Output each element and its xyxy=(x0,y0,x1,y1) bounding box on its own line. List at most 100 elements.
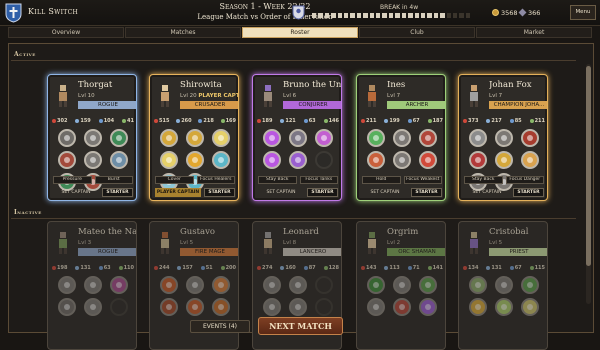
skill-icon[interactable] xyxy=(186,298,204,316)
stat-item: 113 xyxy=(384,264,400,272)
set-captain-button[interactable]: SET CAPTAIN xyxy=(258,188,304,197)
starter-toggle-button[interactable]: STARTER xyxy=(411,188,442,197)
targeting-tactic-button[interactable]: Burst xyxy=(94,176,133,184)
skill-icon[interactable] xyxy=(212,151,230,169)
skill-icon[interactable] xyxy=(110,276,128,294)
skill-icon[interactable] xyxy=(521,151,539,169)
skill-icon[interactable] xyxy=(186,151,204,169)
active-player-card[interactable]: Bruno the Un... Lvl 6 CONJURER 189 121 63 146 S… xyxy=(252,74,342,201)
positioning-tactic-button[interactable]: Stay Back xyxy=(258,176,297,184)
skill-icon[interactable] xyxy=(367,129,385,147)
tab-market[interactable]: Market xyxy=(476,27,592,38)
targeting-tactic-button[interactable]: Focus Danger xyxy=(505,176,544,184)
skill-icon[interactable] xyxy=(469,151,487,169)
skill-icon[interactable] xyxy=(393,298,411,316)
skill-icon[interactable] xyxy=(160,298,178,316)
skill-icon[interactable] xyxy=(58,298,76,316)
targeting-tactic-button[interactable]: Focus Tanks xyxy=(299,176,338,184)
skill-icon[interactable] xyxy=(289,276,307,294)
inactive-player-card[interactable]: Cristobal Lvl 5 PRIEST 134 131 67 115 xyxy=(458,221,548,350)
active-player-card[interactable]: Shirowita Lvl 20 PLAYER CAPTAIN CRUSADER 51… xyxy=(149,74,239,201)
next-match-button[interactable]: NEXT MATCH xyxy=(258,317,343,335)
positioning-tactic-button[interactable]: Hold xyxy=(362,176,401,184)
skill-icon[interactable] xyxy=(160,129,178,147)
skill-icon[interactable] xyxy=(58,151,76,169)
targeting-tactic-button[interactable]: Focus Weakest xyxy=(403,176,442,184)
starter-toggle-button[interactable]: STARTER xyxy=(204,188,235,197)
skill-icon[interactable] xyxy=(521,129,539,147)
tab-roster[interactable]: Roster xyxy=(242,27,358,38)
inactive-player-card[interactable]: Mateo the Na... Lvl 3 ROGUE 198 131 63 110 xyxy=(47,221,137,350)
skill-icon[interactable] xyxy=(110,151,128,169)
set-captain-button[interactable]: SET CAPTAIN xyxy=(362,188,408,197)
skill-icon[interactable] xyxy=(495,276,513,294)
scrollbar-thumb[interactable] xyxy=(586,66,591,266)
skill-icon[interactable] xyxy=(367,298,385,316)
skill-icon[interactable] xyxy=(367,151,385,169)
skill-icon[interactable] xyxy=(84,298,102,316)
skill-icon[interactable] xyxy=(289,129,307,147)
skill-icon[interactable] xyxy=(263,276,281,294)
skill-icon[interactable] xyxy=(367,276,385,294)
skill-icon[interactable] xyxy=(186,129,204,147)
roster-scrollbar[interactable] xyxy=(586,64,591,304)
skill-icon[interactable] xyxy=(84,129,102,147)
tab-overview[interactable]: Overview xyxy=(8,27,124,38)
menu-button[interactable]: Menu xyxy=(570,5,596,20)
set-captain-button[interactable]: SET CAPTAIN xyxy=(53,188,99,197)
skill-icon[interactable] xyxy=(393,276,411,294)
active-player-card[interactable]: Johan Fox Lvl 7 CHAMPION JOHA... 373 217 85 21… xyxy=(458,74,548,201)
skill-icon[interactable] xyxy=(495,151,513,169)
break-progress-segment xyxy=(382,13,387,18)
skill-icon[interactable] xyxy=(110,129,128,147)
player-captain-badge[interactable]: PLAYER CAPTAIN xyxy=(155,188,201,197)
skill-icon[interactable] xyxy=(263,151,281,169)
skill-icon[interactable] xyxy=(289,151,307,169)
skill-icon[interactable] xyxy=(212,276,230,294)
skill-icon[interactable] xyxy=(84,276,102,294)
skill-icon[interactable] xyxy=(393,129,411,147)
skill-icon[interactable] xyxy=(58,129,76,147)
skill-icon[interactable] xyxy=(469,276,487,294)
starter-toggle-button[interactable]: STARTER xyxy=(102,188,133,197)
positioning-tactic-button[interactable]: Stay Back xyxy=(464,176,503,184)
positioning-tactic-button[interactable]: Cover xyxy=(155,176,194,184)
skill-icon[interactable] xyxy=(419,129,437,147)
skill-icon[interactable] xyxy=(263,129,281,147)
active-player-card[interactable]: Thorgat Lvl 10 ROGUE 302 159 104 41 Pressure Bur… xyxy=(47,74,137,201)
skill-icon[interactable] xyxy=(263,298,281,316)
stat-value: 169 xyxy=(225,118,236,124)
inactive-player-card[interactable]: Orgrim Lvl 2 ORC SHAMAN 143 113 71 141 xyxy=(356,221,446,350)
inactive-section-label: Inactive xyxy=(14,209,42,216)
skill-icon[interactable] xyxy=(315,129,333,147)
skill-icon[interactable] xyxy=(419,276,437,294)
skill-icon[interactable] xyxy=(469,129,487,147)
tab-club[interactable]: Club xyxy=(359,27,475,38)
starter-toggle-button[interactable]: STARTER xyxy=(307,188,338,197)
targeting-tactic-button[interactable]: Focus Healers xyxy=(196,176,235,184)
positioning-tactic-button[interactable]: Pressure xyxy=(53,176,92,184)
starter-toggle-button[interactable]: STARTER xyxy=(513,188,544,197)
skill-icon[interactable] xyxy=(521,276,539,294)
skill-icon[interactable] xyxy=(521,298,539,316)
skill-icon[interactable] xyxy=(84,151,102,169)
skill-icon[interactable] xyxy=(289,298,307,316)
skill-icon[interactable] xyxy=(495,129,513,147)
skill-icon[interactable] xyxy=(419,298,437,316)
card-actions: SET CAPTAIN STARTER xyxy=(362,188,442,197)
skill-icon[interactable] xyxy=(186,276,204,294)
skill-icon[interactable] xyxy=(160,151,178,169)
active-player-card[interactable]: Ines Lvl 7 ARCHER 211 199 67 187 Hold Focus Weak… xyxy=(356,74,446,201)
skill-icon[interactable] xyxy=(212,298,230,316)
skill-icon[interactable] xyxy=(495,298,513,316)
skill-icon[interactable] xyxy=(469,298,487,316)
skill-icon[interactable] xyxy=(212,129,230,147)
events-button[interactable]: EVENTS (4) xyxy=(190,320,250,333)
skill-icon[interactable] xyxy=(160,276,178,294)
skill-icon[interactable] xyxy=(419,151,437,169)
player-stats: 198 131 63 110 xyxy=(52,264,134,272)
skill-icon[interactable] xyxy=(393,151,411,169)
set-captain-button[interactable]: SET CAPTAIN xyxy=(464,188,510,197)
skill-icon[interactable] xyxy=(58,276,76,294)
tab-matches[interactable]: Matches xyxy=(125,27,241,38)
